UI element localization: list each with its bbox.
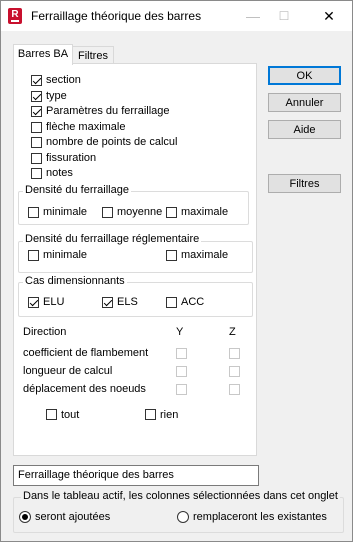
active-table-title: Dans le tableau actif, les colonnes séle… — [21, 490, 340, 502]
ok-button[interactable]: OK — [268, 66, 341, 85]
densite-maximale-checkbox[interactable] — [166, 207, 177, 218]
direction-coefficient-de-flambement-z-checkbox[interactable] — [229, 348, 240, 359]
remplaceront-radio[interactable] — [177, 511, 189, 523]
direction-deplacement-des-noeuds-y-checkbox[interactable] — [176, 384, 187, 395]
rien-label: rien — [160, 409, 179, 421]
direction-row-coefficient-de-flambement-label: coefficient de flambement — [23, 347, 149, 359]
cas-els-checkbox[interactable] — [102, 297, 113, 308]
cas-acc-label: ACC — [181, 296, 205, 308]
option-parametres-du-ferraillage-checkbox[interactable] — [31, 106, 42, 117]
direction-coefficient-de-flambement-y-checkbox[interactable] — [176, 348, 187, 359]
seront-ajoutees-label: seront ajoutées — [35, 511, 111, 523]
densite-minimale-checkbox[interactable] — [28, 207, 39, 218]
robot-app-icon: R — [8, 8, 22, 24]
option-nombre-de-points-de-calcul-label: nombre de points de calcul — [46, 136, 178, 148]
column-name-field[interactable]: Ferraillage théorique des barres — [13, 465, 259, 486]
densite-minimale-label: minimale — [43, 206, 88, 218]
cas-dimensionnants-title: Cas dimensionnants — [23, 275, 127, 287]
window-title: Ferraillage théorique des barres — [31, 9, 202, 23]
option-parametres-du-ferraillage-label: Paramètres du ferraillage — [46, 105, 170, 117]
option-notes-checkbox[interactable] — [31, 168, 42, 179]
option-section-checkbox[interactable] — [31, 75, 42, 86]
direction-row-deplacement-des-noeuds-label: déplacement des noeuds — [23, 383, 146, 395]
seront-ajoutees-radio[interactable] — [19, 511, 31, 523]
cas-elu-checkbox[interactable] — [28, 297, 39, 308]
tout-checkbox[interactable] — [46, 409, 57, 420]
densite-reglementaire-minimale-label: minimale — [43, 249, 88, 261]
tout-label: tout — [61, 409, 80, 421]
title-bar: R Ferraillage théorique des barres — ☐ ✕ — [1, 1, 352, 31]
option-fleche-maximale-checkbox[interactable] — [31, 121, 42, 133]
minimize-icon: — — [246, 8, 260, 24]
option-section-label: section — [46, 74, 81, 86]
rien-checkbox[interactable] — [145, 409, 156, 420]
remplaceront-label: remplaceront les existantes — [193, 511, 327, 523]
direction-col-z: Z — [229, 326, 236, 338]
tab-panel: Densité du ferraillage Densité du ferrai… — [13, 63, 257, 456]
option-nombre-de-points-de-calcul-checkbox[interactable] — [31, 137, 42, 148]
cas-elu-label: ELU — [43, 296, 65, 308]
densite-reglementaire-maximale-checkbox[interactable] — [166, 250, 177, 261]
densite-reglementaire-maximale-label: maximale — [181, 249, 229, 261]
direction-deplacement-des-noeuds-z-checkbox[interactable] — [229, 384, 240, 395]
cas-els-label: ELS — [117, 296, 138, 308]
filtres-button[interactable]: Filtres — [268, 174, 341, 193]
direction-col-y: Y — [176, 326, 184, 338]
direction-row-longueur-de-calcul-label: longueur de calcul — [23, 365, 113, 377]
option-type-label: type — [46, 89, 67, 102]
direction-longueur-de-calcul-z-checkbox[interactable] — [229, 366, 240, 377]
option-notes-label: notes — [46, 167, 73, 179]
option-fissuration-label: fissuration — [46, 151, 97, 164]
option-fleche-maximale-label: flèche maximale — [46, 120, 126, 133]
densite-group-title: Densité du ferraillage — [23, 184, 131, 196]
option-fissuration-checkbox[interactable] — [31, 152, 42, 164]
densite-reglementaire-title: Densité du ferraillage réglementaire — [23, 233, 202, 245]
direction-longueur-de-calcul-y-checkbox[interactable] — [176, 366, 187, 377]
aide-button[interactable]: Aide — [268, 120, 341, 139]
maximize-icon: ☐ — [278, 9, 290, 23]
densite-maximale-label: maximale — [181, 206, 229, 218]
densite-moyenne-checkbox[interactable] — [102, 207, 113, 218]
densite-reglementaire-minimale-checkbox[interactable] — [28, 250, 39, 261]
option-type-checkbox[interactable] — [31, 90, 42, 102]
direction-header: Direction — [23, 326, 67, 338]
cas-acc-checkbox[interactable] — [166, 297, 177, 308]
annuler-button[interactable]: Annuler — [268, 93, 341, 112]
close-button[interactable]: ✕ — [319, 6, 339, 26]
densite-moyenne-label: moyenne — [117, 206, 163, 218]
tab-barres-ba[interactable]: Barres BA — [13, 44, 73, 65]
